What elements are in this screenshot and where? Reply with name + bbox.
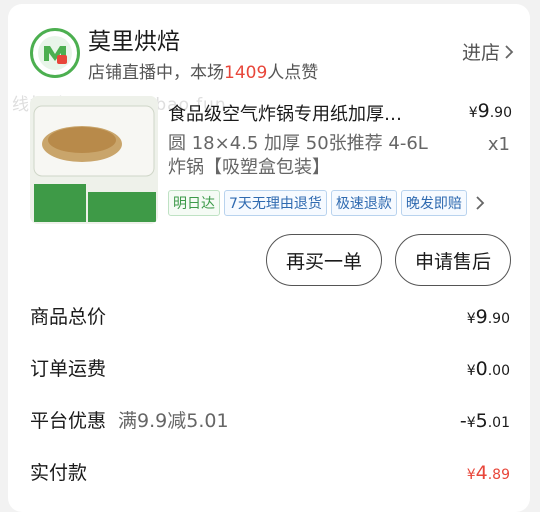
discount-label: 平台优惠 满9.9减5.01 — [30, 406, 229, 433]
enter-shop-link[interactable]: 进店 — [462, 38, 514, 65]
shipping-int: 0 — [475, 358, 488, 380]
shipping-currency: ¥ — [466, 363, 476, 379]
tag-fast-refund: 极速退款 — [330, 190, 397, 216]
shop-name[interactable]: 莫里烘焙 — [88, 22, 180, 56]
total-dec: .90 — [487, 311, 510, 327]
product-quantity: x1 — [487, 134, 510, 155]
chevron-right-icon — [505, 44, 514, 59]
shop-logo-icon[interactable] — [30, 28, 80, 78]
service-tags[interactable]: 明日达 7天无理由退货 极速退款 晚发即赔 — [168, 190, 485, 216]
order-card: 线报酷 new.xianbao.fun 莫里烘焙 店铺直播中，本场1409人点赞… — [8, 4, 530, 512]
discount-value: -¥5.01 — [460, 410, 510, 432]
shipping-value: ¥0.00 — [467, 358, 510, 380]
chevron-right-icon — [476, 196, 485, 210]
shop-live-status: 店铺直播中，本场1409人点赞 — [88, 58, 318, 83]
enter-shop-label: 进店 — [461, 42, 500, 64]
tag-7day-return: 7天无理由退货 — [224, 190, 327, 216]
live-prefix: 店铺直播中，本场 — [88, 63, 224, 83]
total-int: 9 — [475, 306, 488, 328]
price-dec: .90 — [489, 105, 512, 121]
price-currency: ¥ — [468, 105, 478, 121]
summary-row-shipping: 订单运费 ¥0.00 — [30, 354, 510, 381]
air-fryer-paper-icon — [30, 96, 158, 224]
after-sale-button[interactable]: 申请售后 — [395, 234, 511, 286]
paid-int: 4 — [475, 462, 488, 484]
paid-currency: ¥ — [466, 467, 476, 483]
paid-value: ¥4.89 — [467, 462, 510, 484]
product-image[interactable] — [30, 96, 158, 224]
total-label: 商品总价 — [30, 306, 107, 328]
tag-next-day: 明日达 — [168, 190, 220, 216]
discount-label-text: 平台优惠 — [30, 410, 107, 432]
rebuy-button[interactable]: 再买一单 — [266, 234, 382, 286]
price-int: 9 — [477, 100, 490, 122]
discount-int: 5 — [475, 410, 488, 432]
product-title[interactable]: 食品级空气炸锅专用纸加厚… — [168, 100, 438, 126]
paid-label: 实付款 — [30, 462, 88, 484]
summary-row-total: 商品总价 ¥9.90 — [30, 302, 510, 329]
discount-prefix: - — [459, 410, 467, 432]
summary-row-paid: 实付款 ¥4.89 — [30, 458, 510, 485]
product-spec: 圆 18×4.5 加厚 50张推荐 4-6L炸锅【吸塑盒包装】 — [168, 133, 428, 178]
total-value: ¥9.90 — [467, 306, 510, 328]
tag-late-compensation: 晚发即赔 — [400, 190, 467, 216]
live-suffix: 人点赞 — [267, 63, 319, 83]
paid-dec: .89 — [487, 467, 510, 483]
total-currency: ¥ — [466, 311, 476, 327]
shipping-label: 订单运费 — [30, 358, 107, 380]
discount-currency: ¥ — [466, 415, 476, 431]
summary-row-discount: 平台优惠 满9.9减5.01 -¥5.01 — [30, 406, 510, 433]
discount-note: 满9.9减5.01 — [118, 410, 229, 432]
product-price: ¥9.90 — [469, 100, 512, 122]
logo-mark-icon — [38, 36, 72, 70]
discount-dec: .01 — [487, 415, 510, 431]
live-like-count: 1409 — [224, 63, 268, 83]
shipping-dec: .00 — [487, 363, 510, 379]
